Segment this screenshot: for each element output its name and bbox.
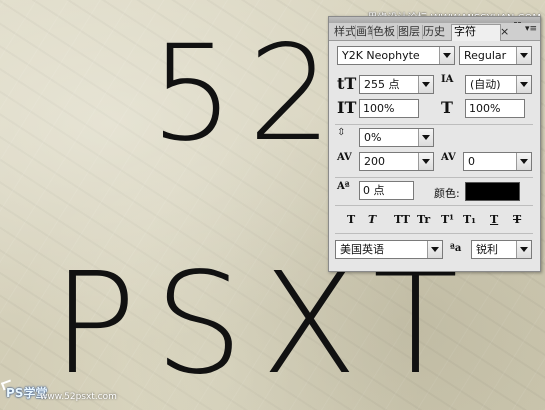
font-size-icon: tT [337,74,357,93]
antialias-value: 锐利 [476,243,498,256]
canvas-text-52[interactable]: 52 [150,28,346,160]
kerning-value: 0 [468,155,475,168]
horizontal-scale-field[interactable]: 100% [465,99,525,118]
chevron-down-icon[interactable] [516,241,531,258]
tsume-icon: ⇳ [337,127,346,138]
divider [335,233,533,234]
bottom-logo: PS学堂 www.52psxt.com [0,379,148,407]
color-swatch[interactable] [465,182,520,201]
tab-styles[interactable]: 样式 [332,25,356,39]
small-caps-button[interactable]: Tr [417,213,430,226]
type-style-buttons: T T TT Tr T¹ T₁ T T [341,213,531,229]
tsume-select[interactable]: 0% [359,128,434,147]
leading-value: (自动) [470,78,501,91]
subscript-button[interactable]: T₁ [463,213,476,226]
superscript-button[interactable]: T¹ [441,213,454,226]
kerning-select[interactable]: 0 [463,152,532,171]
chevron-down-icon[interactable] [418,153,433,170]
baseline-shift-field[interactable]: 0 点 [359,181,414,200]
tracking-select[interactable]: 200 [359,152,434,171]
tab-history[interactable]: 历史 [421,25,452,39]
leading-icon: IA [441,74,454,85]
divider [335,205,533,206]
vertical-scale-icon: IT [337,98,357,117]
font-size-value: 255 点 [364,78,400,91]
antialias-select[interactable]: 锐利 [471,240,532,259]
kerning-icon: AV [441,152,456,163]
panel-tabs: 样式 画笔 色板 图层 历史 字符 × [329,23,540,41]
tsume-value: 0% [364,131,382,144]
faux-italic-button[interactable]: T [368,213,376,226]
font-family-select[interactable]: Y2K Neophyte [337,46,455,65]
tab-swatches[interactable]: 色板 [371,25,398,39]
color-label: 颜色: [434,187,460,200]
faux-bold-button[interactable]: T [347,213,355,226]
language-select[interactable]: 美国英语 [335,240,443,259]
font-style-select[interactable]: Regular [459,46,532,65]
baseline-shift-icon: Aª [337,181,350,192]
font-size-field[interactable]: 255 点 [359,75,434,94]
tracking-value: 200 [364,155,385,168]
chevron-down-icon[interactable] [516,153,531,170]
chevron-down-icon[interactable] [418,76,433,93]
underline-button[interactable]: T [490,213,498,226]
panel-menu-icon[interactable]: ▾≡ [525,24,537,34]
font-style-value: Regular [464,49,507,62]
chevron-down-icon[interactable] [427,241,442,258]
vertical-scale-field[interactable]: 100% [359,99,419,118]
divider [335,177,533,178]
antialias-icon: ªa [450,243,462,254]
strikethrough-button[interactable]: T [513,213,521,226]
divider [335,124,533,125]
all-caps-button[interactable]: TT [394,213,410,226]
leading-field[interactable]: (自动) [465,75,532,94]
logo-url: www.52psxt.com [40,392,117,402]
chevron-down-icon[interactable] [516,76,531,93]
language-value: 美国英语 [340,243,384,256]
tab-character[interactable]: 字符 [451,24,501,41]
chevron-down-icon[interactable] [439,47,454,64]
canvas-text-psxt[interactable]: PSXT [52,255,476,395]
tab-layers[interactable]: 图层 [396,25,423,39]
tracking-icon: AV [337,152,352,163]
chevron-down-icon[interactable] [516,47,531,64]
close-icon[interactable]: × [500,25,509,38]
chevron-down-icon[interactable] [418,129,433,146]
character-panel: 样式 画笔 色板 图层 历史 字符 × ▾≡ Y2K Neophyte Regu… [328,16,541,272]
font-family-value: Y2K Neophyte [342,49,420,62]
horizontal-scale-icon: T [441,98,453,117]
